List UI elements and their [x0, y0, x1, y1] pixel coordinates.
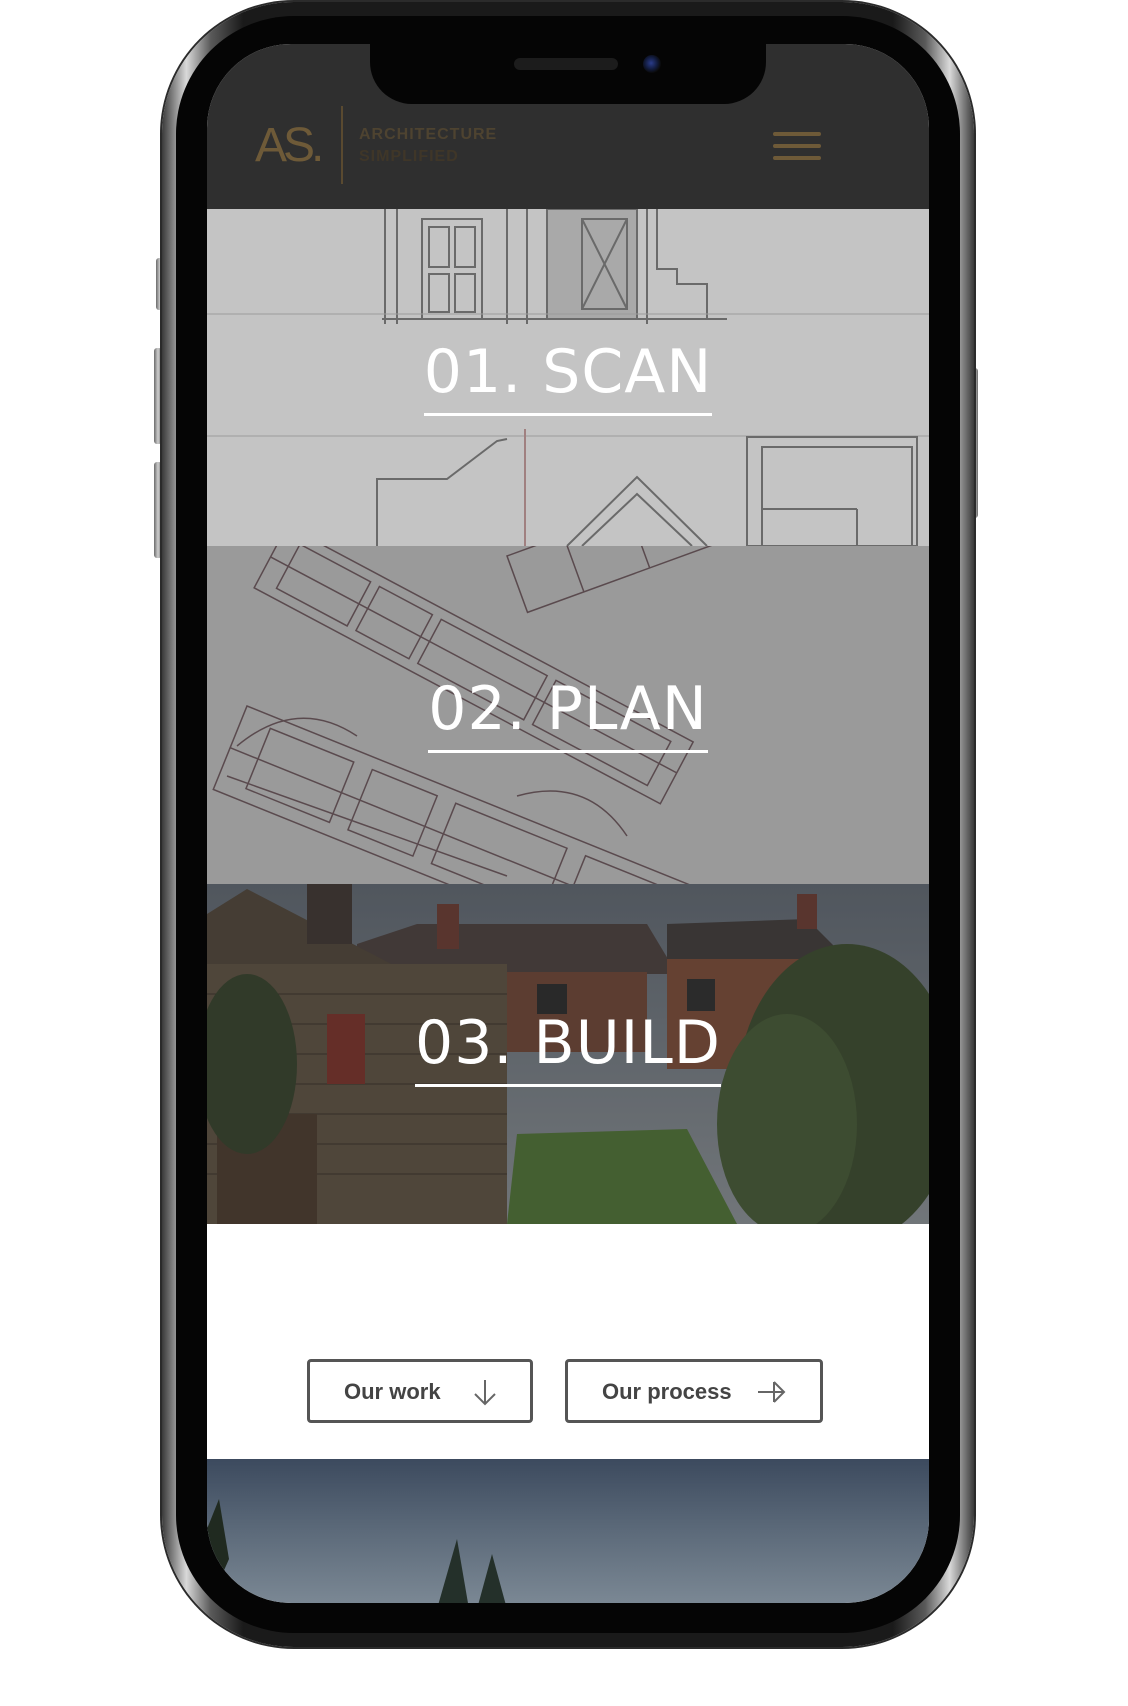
build-panel[interactable]: 03. BUILD — [207, 884, 929, 1224]
phone-notch — [370, 44, 766, 104]
arrow-down-icon — [474, 1380, 496, 1406]
device-mockup: AS. ARCHITECTURE SIMPLIFIED 01. SCAN 02.… — [0, 0, 1128, 1706]
build-title-text: 03. BUILD — [415, 1008, 721, 1087]
volume-up-button — [154, 348, 162, 444]
logo-divider — [341, 106, 343, 184]
logo-wordmark[interactable]: ARCHITECTURE SIMPLIFIED — [359, 124, 497, 168]
cta-section: Our work Our process — [207, 1224, 929, 1459]
our-process-button[interactable]: Our process — [565, 1359, 823, 1423]
logo-line-2: SIMPLIFIED — [359, 148, 459, 165]
plan-title[interactable]: 02. PLAN — [207, 674, 929, 753]
our-work-button[interactable]: Our work — [307, 1359, 533, 1423]
project-image-preview — [207, 1459, 929, 1603]
phone-screen: AS. ARCHITECTURE SIMPLIFIED 01. SCAN 02.… — [207, 44, 929, 1603]
scan-panel[interactable]: 01. SCAN — [207, 209, 929, 546]
front-camera — [643, 55, 661, 73]
scan-title-text: 01. SCAN — [423, 337, 713, 416]
logo-mark[interactable]: AS. — [255, 118, 324, 173]
hamburger-icon[interactable] — [773, 132, 821, 166]
logo-line-1: ARCHITECTURE — [359, 126, 498, 143]
our-process-label: Our process — [602, 1379, 732, 1404]
earpiece-speaker — [514, 58, 618, 70]
our-work-label: Our work — [344, 1379, 441, 1404]
scan-title[interactable]: 01. SCAN — [207, 337, 929, 416]
treeline-photo — [207, 1499, 506, 1603]
plan-title-text: 02. PLAN — [428, 674, 708, 753]
build-title[interactable]: 03. BUILD — [207, 1008, 929, 1087]
volume-down-button — [154, 462, 162, 558]
arrow-right-icon — [758, 1381, 786, 1403]
plan-panel[interactable]: 02. PLAN — [207, 546, 929, 884]
